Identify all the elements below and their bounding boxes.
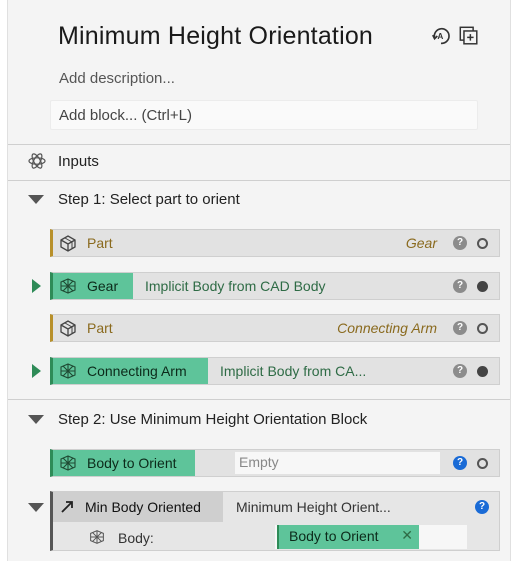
status-filled-icon xyxy=(477,280,488,292)
block-description: Implicit Body from CAD Body xyxy=(145,278,326,294)
body-value-field[interactable]: Empty xyxy=(235,452,440,474)
notebook-title[interactable]: Minimum Height Orientation xyxy=(58,22,373,51)
block-row-gear[interactable]: Gear Implicit Body from CAD Body ? xyxy=(50,272,500,300)
input-row-part-connecting-arm[interactable]: Part Connecting Arm ? xyxy=(50,314,500,342)
divider xyxy=(8,144,510,145)
step2-label[interactable]: Step 2: Use Minimum Height Orientation B… xyxy=(58,411,367,428)
implicit-body-icon xyxy=(60,278,76,294)
auto-orient-icon[interactable]: A xyxy=(430,25,452,47)
arrow-icon xyxy=(61,501,73,513)
remove-icon[interactable]: ✕ xyxy=(401,527,413,544)
help-icon[interactable]: ? xyxy=(453,279,467,293)
input-name: Part xyxy=(87,320,113,336)
block-description: Minimum Height Orient... xyxy=(236,499,391,515)
add-block-input[interactable]: Add block... (Ctrl+L) xyxy=(50,100,478,130)
block-row-connecting-arm[interactable]: Connecting Arm Implicit Body from CA... … xyxy=(50,357,500,385)
input-value[interactable]: Connecting Arm xyxy=(337,320,437,336)
input-row-part-gear[interactable]: Part Gear ? xyxy=(50,229,500,257)
status-empty-icon xyxy=(477,457,488,469)
input-value[interactable]: Gear xyxy=(406,235,437,251)
block-name: Min Body Oriented xyxy=(85,499,201,515)
help-icon[interactable]: ? xyxy=(453,236,467,250)
implicit-body-icon xyxy=(60,455,76,471)
help-icon[interactable]: ? xyxy=(475,500,489,514)
part-icon xyxy=(60,235,76,252)
description-field[interactable]: Add description... xyxy=(59,70,175,87)
param-value-chip[interactable]: Body to Orient ✕ xyxy=(277,525,419,549)
chip-label: Body to Orient xyxy=(289,528,379,544)
help-icon[interactable]: ? xyxy=(453,456,467,470)
block-name: Gear xyxy=(87,278,119,294)
input-name: Part xyxy=(87,235,113,251)
expand-gear-toggle[interactable] xyxy=(32,279,41,293)
divider xyxy=(8,180,510,181)
status-filled-icon xyxy=(477,365,488,377)
status-empty-icon xyxy=(477,237,488,249)
input-name: Body to Orient xyxy=(87,455,177,471)
part-icon xyxy=(60,320,76,337)
inputs-icon xyxy=(28,153,46,169)
divider xyxy=(8,399,510,400)
add-frame-icon[interactable] xyxy=(458,25,480,47)
collapse-step1-toggle[interactable] xyxy=(28,195,44,204)
svg-text:A: A xyxy=(437,32,443,41)
block-description: Implicit Body from CA... xyxy=(220,363,367,379)
help-icon[interactable]: ? xyxy=(453,321,467,335)
collapse-step2-toggle[interactable] xyxy=(28,415,44,424)
status-empty-icon xyxy=(477,322,488,334)
collapse-min-body-toggle[interactable] xyxy=(28,503,44,512)
input-row-body-to-orient[interactable]: Body to Orient Empty ? xyxy=(50,449,500,477)
implicit-body-icon xyxy=(60,363,76,379)
param-label: Body: xyxy=(118,530,154,546)
block-name: Connecting Arm xyxy=(87,363,187,379)
help-icon[interactable]: ? xyxy=(453,364,467,378)
implicit-body-icon xyxy=(90,530,104,544)
block-min-body-oriented[interactable]: Min Body Oriented Minimum Height Orient.… xyxy=(50,491,500,551)
step1-label[interactable]: Step 1: Select part to orient xyxy=(58,191,240,208)
inputs-label[interactable]: Inputs xyxy=(58,153,99,170)
expand-connecting-arm-toggle[interactable] xyxy=(32,364,41,378)
